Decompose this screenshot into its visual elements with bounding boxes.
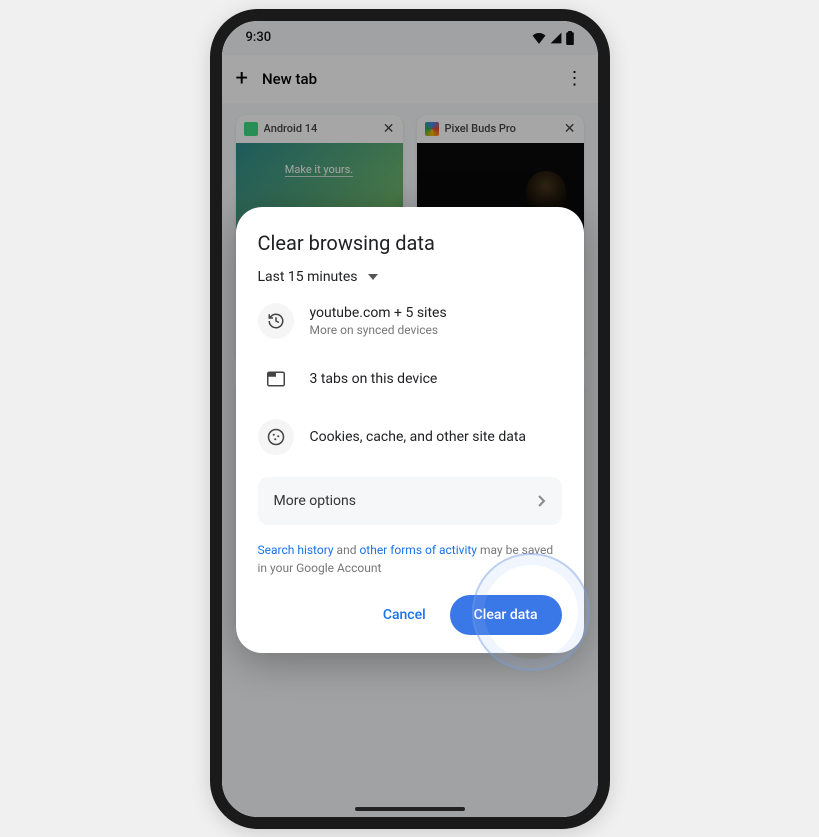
cookie-icon (258, 419, 294, 455)
clear-data-button[interactable]: Clear data (450, 595, 562, 635)
account-notice: Search history and other forms of activi… (258, 541, 562, 577)
chevron-right-icon (538, 495, 546, 507)
tabs-item: 3 tabs on this device (258, 361, 562, 397)
cancel-button[interactable]: Cancel (377, 599, 432, 631)
dialog-title: Clear browsing data (258, 231, 562, 255)
history-icon (258, 303, 294, 339)
time-range-label: Last 15 minutes (258, 269, 358, 285)
dialog-actions: Cancel Clear data (258, 595, 562, 635)
tab-icon (258, 361, 294, 397)
time-range-dropdown[interactable]: Last 15 minutes (258, 269, 562, 285)
activity-link[interactable]: other forms of activity (359, 543, 477, 557)
phone-frame: 9:30 + New tab ⋮ Android 14 ✕ Make it yo… (210, 9, 610, 829)
cookies-item: Cookies, cache, and other site data (258, 419, 562, 455)
clear-browsing-data-dialog: Clear browsing data Last 15 minutes yout… (236, 207, 584, 653)
phone-screen: 9:30 + New tab ⋮ Android 14 ✕ Make it yo… (222, 21, 598, 817)
item-primary: 3 tabs on this device (310, 371, 438, 387)
more-options-button[interactable]: More options (258, 477, 562, 525)
item-secondary: More on synced devices (310, 323, 447, 337)
item-primary: youtube.com + 5 sites (310, 305, 447, 321)
search-history-link[interactable]: Search history (258, 543, 334, 557)
nav-handle[interactable] (355, 807, 465, 811)
history-item: youtube.com + 5 sites More on synced dev… (258, 303, 562, 339)
chevron-down-icon (368, 274, 378, 280)
more-options-label: More options (274, 493, 357, 509)
item-primary: Cookies, cache, and other site data (310, 429, 527, 445)
